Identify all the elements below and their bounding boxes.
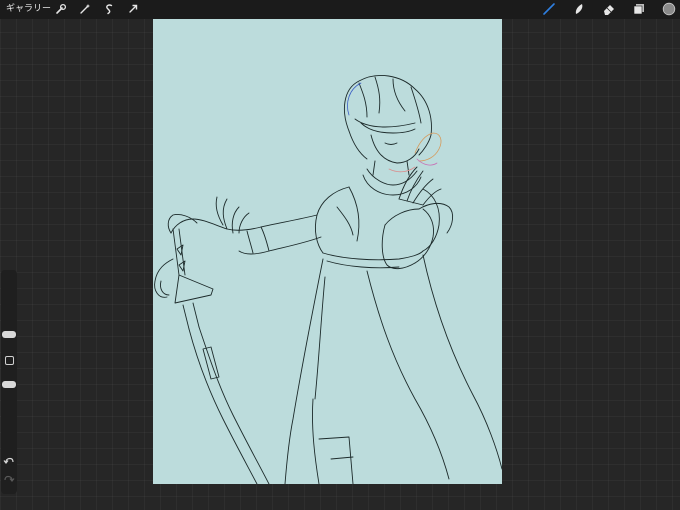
- smudge-icon[interactable]: [572, 2, 586, 16]
- undo-button[interactable]: [3, 456, 15, 468]
- eraser-icon[interactable]: [602, 2, 616, 16]
- line-art-sketch: [154, 75, 502, 484]
- magic-wand-icon[interactable]: [78, 2, 92, 16]
- brush-size-slider[interactable]: [2, 330, 16, 338]
- redo-button[interactable]: [3, 474, 15, 486]
- brush-icon[interactable]: [542, 2, 556, 16]
- modify-button[interactable]: [5, 356, 14, 365]
- selection-icon[interactable]: [102, 2, 116, 16]
- layers-icon[interactable]: [632, 2, 646, 16]
- left-sidebar: [1, 270, 17, 494]
- transform-arrow-icon[interactable]: [126, 2, 140, 16]
- top-toolbar: ギャラリー: [0, 0, 680, 19]
- color-swatch-icon[interactable]: [662, 2, 676, 16]
- wrench-icon[interactable]: [54, 2, 68, 16]
- drawing-canvas[interactable]: [153, 19, 502, 484]
- procreate-app: ギャラリー: [0, 0, 680, 510]
- opacity-slider[interactable]: [2, 381, 16, 388]
- gallery-button[interactable]: ギャラリー: [6, 2, 51, 17]
